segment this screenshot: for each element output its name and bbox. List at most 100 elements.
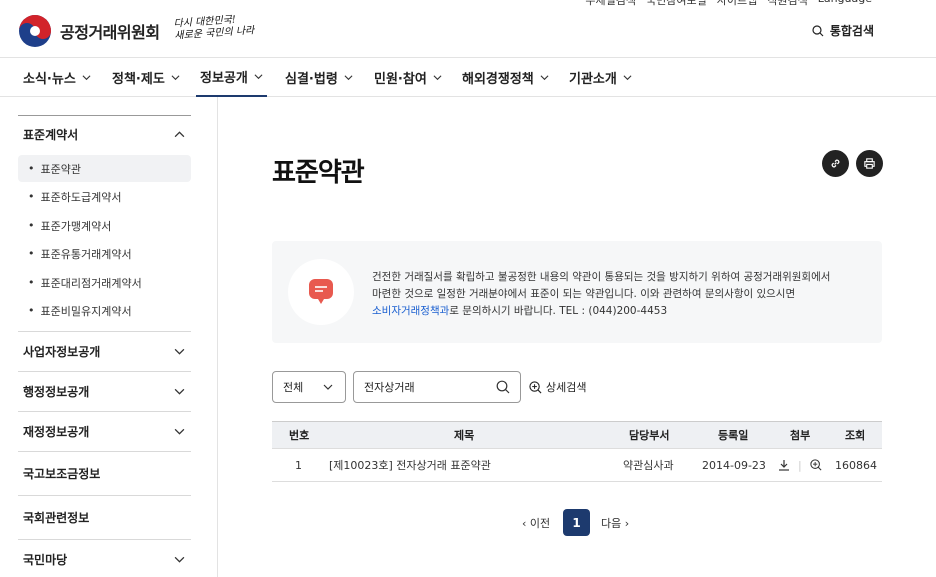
gnb-news[interactable]: 소식·뉴스 [23, 58, 91, 97]
slogan: 다시 대한민국! 새로운 국민의 나라 [173, 13, 254, 43]
table-header: 번호 제목 담당부서 등록일 첨부 조회 [272, 421, 882, 448]
copy-link-button[interactable] [822, 150, 849, 177]
col-header-date: 등록일 [718, 429, 749, 442]
gnb-label: 소식·뉴스 [23, 72, 76, 87]
gnb-label: 해외경쟁정책 [462, 72, 534, 87]
sidebar-section-subsidy[interactable]: 국고보조금정보 [18, 451, 191, 495]
sidebar-section-label: 행정정보공개 [23, 385, 90, 399]
results-table: 번호 제목 담당부서 등록일 첨부 조회 1 [제10023호] 전자상거래 표… [272, 421, 882, 482]
site-header: 공정거래위원회 다시 대한민국! 새로운 국민의 나라 통합검색 [0, 0, 936, 58]
link-icon [831, 159, 840, 168]
sidebar-item-label: 표준유통거래계약서 [40, 247, 132, 261]
taegeuk-logo-icon [19, 15, 51, 47]
col-header-no: 번호 [289, 429, 310, 442]
global-search-label: 통합검색 [829, 24, 874, 38]
sidebar-item-subcontract[interactable]: • 표준하도급계약서 [18, 183, 191, 210]
cell-dept: 약관심사과 [623, 459, 674, 472]
chevron-down-icon [174, 348, 185, 355]
print-button[interactable] [856, 150, 883, 177]
print-icon [864, 158, 875, 169]
chevron-down-icon [174, 428, 185, 435]
cell-attach: | [778, 459, 822, 472]
sidebar-section-label: 재정정보공개 [23, 425, 90, 439]
gnb-info[interactable]: 정보공개 [196, 58, 267, 97]
gnb-label: 기관소개 [569, 72, 617, 87]
pagination: ‹ 이전 1 다음 › [0, 509, 936, 536]
info-line-3: 로 문의하시기 바랍니다. TEL : (044)200-4453 [449, 305, 668, 317]
sidebar-section-label: 사업자정보공개 [23, 345, 101, 359]
search-category-select[interactable]: 전체 [272, 371, 346, 403]
cell-views: 160864 [835, 458, 877, 472]
logo-text: 공정거래위원회 [60, 23, 160, 42]
sidebar-section-standard-contract[interactable]: 표준계약서 [18, 115, 191, 153]
chevron-down-icon [254, 74, 263, 80]
col-header-dept: 담당부서 [629, 429, 670, 442]
next-page-button[interactable]: 다음 › [601, 515, 629, 531]
advanced-search-label: 상세검색 [546, 381, 587, 394]
cell-title[interactable]: [제10023호] 전자상거래 표준약관 [329, 457, 491, 473]
sidebar-section-business-info[interactable]: 사업자정보공개 [18, 331, 191, 371]
info-text: 건전한 거래질서를 확립하고 불공정한 내용의 약관이 통용되는 것을 방지하기… [372, 269, 862, 320]
select-value: 전체 [283, 381, 304, 394]
sidebar-section-admin-info[interactable]: 행정정보공개 [18, 371, 191, 411]
sidebar-section-label: 국민마당 [23, 553, 68, 567]
search-icon[interactable] [496, 380, 510, 394]
chevron-down-icon [82, 75, 91, 81]
search-input[interactable] [364, 380, 484, 394]
gnb-civil[interactable]: 민원·참여 [374, 58, 442, 97]
preview-zoom-icon[interactable] [810, 459, 822, 471]
site-logo[interactable]: 공정거래위원회 [18, 14, 160, 48]
page-1-button[interactable]: 1 [563, 509, 590, 536]
info-icon-circle [288, 259, 354, 325]
dept-link[interactable]: 소비자거래정책과 [372, 305, 449, 317]
speech-bubble-icon [309, 279, 333, 304]
chevron-down-icon [433, 75, 442, 81]
chevron-down-icon [323, 384, 333, 390]
prev-page-button[interactable]: ‹ 이전 [522, 515, 550, 531]
info-box: 건전한 거래질서를 확립하고 불공정한 내용의 약관이 통용되는 것을 방지하기… [272, 241, 882, 343]
gnb-label: 정책·제도 [112, 72, 165, 87]
gnb-label: 민원·참여 [374, 72, 427, 87]
chevron-down-icon [171, 75, 180, 81]
sidebar-item-label: 표준약관 [40, 162, 81, 176]
search-icon [812, 24, 824, 36]
chevron-down-icon [174, 556, 185, 563]
table-row[interactable]: 1 [제10023호] 전자상거래 표준약관 약관심사과 2014-09-23 … [272, 448, 882, 482]
advanced-search-button[interactable]: 상세검색 [529, 379, 586, 395]
chevron-down-icon [344, 75, 353, 81]
main-nav: 소식·뉴스 정책·제도 정보공개 심결·법령 민원·참여 해외경쟁정책 기관소개 [0, 58, 936, 97]
gnb-law[interactable]: 심결·법령 [285, 58, 353, 97]
sidebar-section-citizen[interactable]: 국민마당 [18, 539, 191, 577]
cell-date: 2014-09-23 [702, 458, 766, 472]
cell-no: 1 [295, 458, 302, 472]
gnb-policy[interactable]: 정책·제도 [112, 58, 180, 97]
chevron-up-icon [174, 131, 185, 138]
sidebar-section-label: 국고보조금정보 [23, 467, 101, 481]
global-search-button[interactable]: 통합검색 [812, 22, 874, 39]
sidebar-section-finance-info[interactable]: 재정정보공개 [18, 411, 191, 451]
gnb-about[interactable]: 기관소개 [569, 58, 632, 97]
sidebar-item-label: 표준하도급계약서 [40, 190, 122, 204]
zoom-plus-icon [529, 380, 542, 393]
sidebar-item-label: 표준가맹계약서 [40, 219, 112, 233]
chevron-down-icon [540, 75, 549, 81]
download-icon[interactable] [778, 459, 790, 471]
sidebar-item-franchise[interactable]: • 표준가맹계약서 [18, 212, 191, 239]
col-header-title: 제목 [454, 429, 475, 442]
sidebar-item-standard-terms[interactable]: • 표준약관 [18, 155, 191, 182]
next-label: 다음 [601, 517, 622, 530]
sidebar-item-agency[interactable]: • 표준대리점거래계약서 [18, 269, 191, 296]
prev-label: 이전 [529, 517, 551, 530]
sidebar-item-distribution[interactable]: • 표준유통거래계약서 [18, 240, 191, 267]
gnb-overseas[interactable]: 해외경쟁정책 [462, 58, 549, 97]
sidebar-item-label: 표준대리점거래계약서 [40, 276, 142, 290]
col-header-attach: 첨부 [790, 429, 811, 442]
chevron-down-icon [623, 75, 632, 81]
info-line-1: 건전한 거래질서를 확립하고 불공정한 내용의 약관이 통용되는 것을 방지하기… [372, 271, 831, 283]
gnb-label: 심결·법령 [285, 72, 338, 87]
page-title: 표준약관 [272, 158, 365, 188]
sidebar-item-label: 표준비밀유지계약서 [40, 304, 132, 318]
col-header-views: 조회 [845, 429, 866, 442]
sidebar: 표준계약서 • 표준약관 • 표준하도급계약서 • 표준가맹계약서 • 표준유통거래계약… [0, 97, 218, 577]
sidebar-item-nda[interactable]: • 표준비밀유지계약서 [18, 297, 191, 324]
